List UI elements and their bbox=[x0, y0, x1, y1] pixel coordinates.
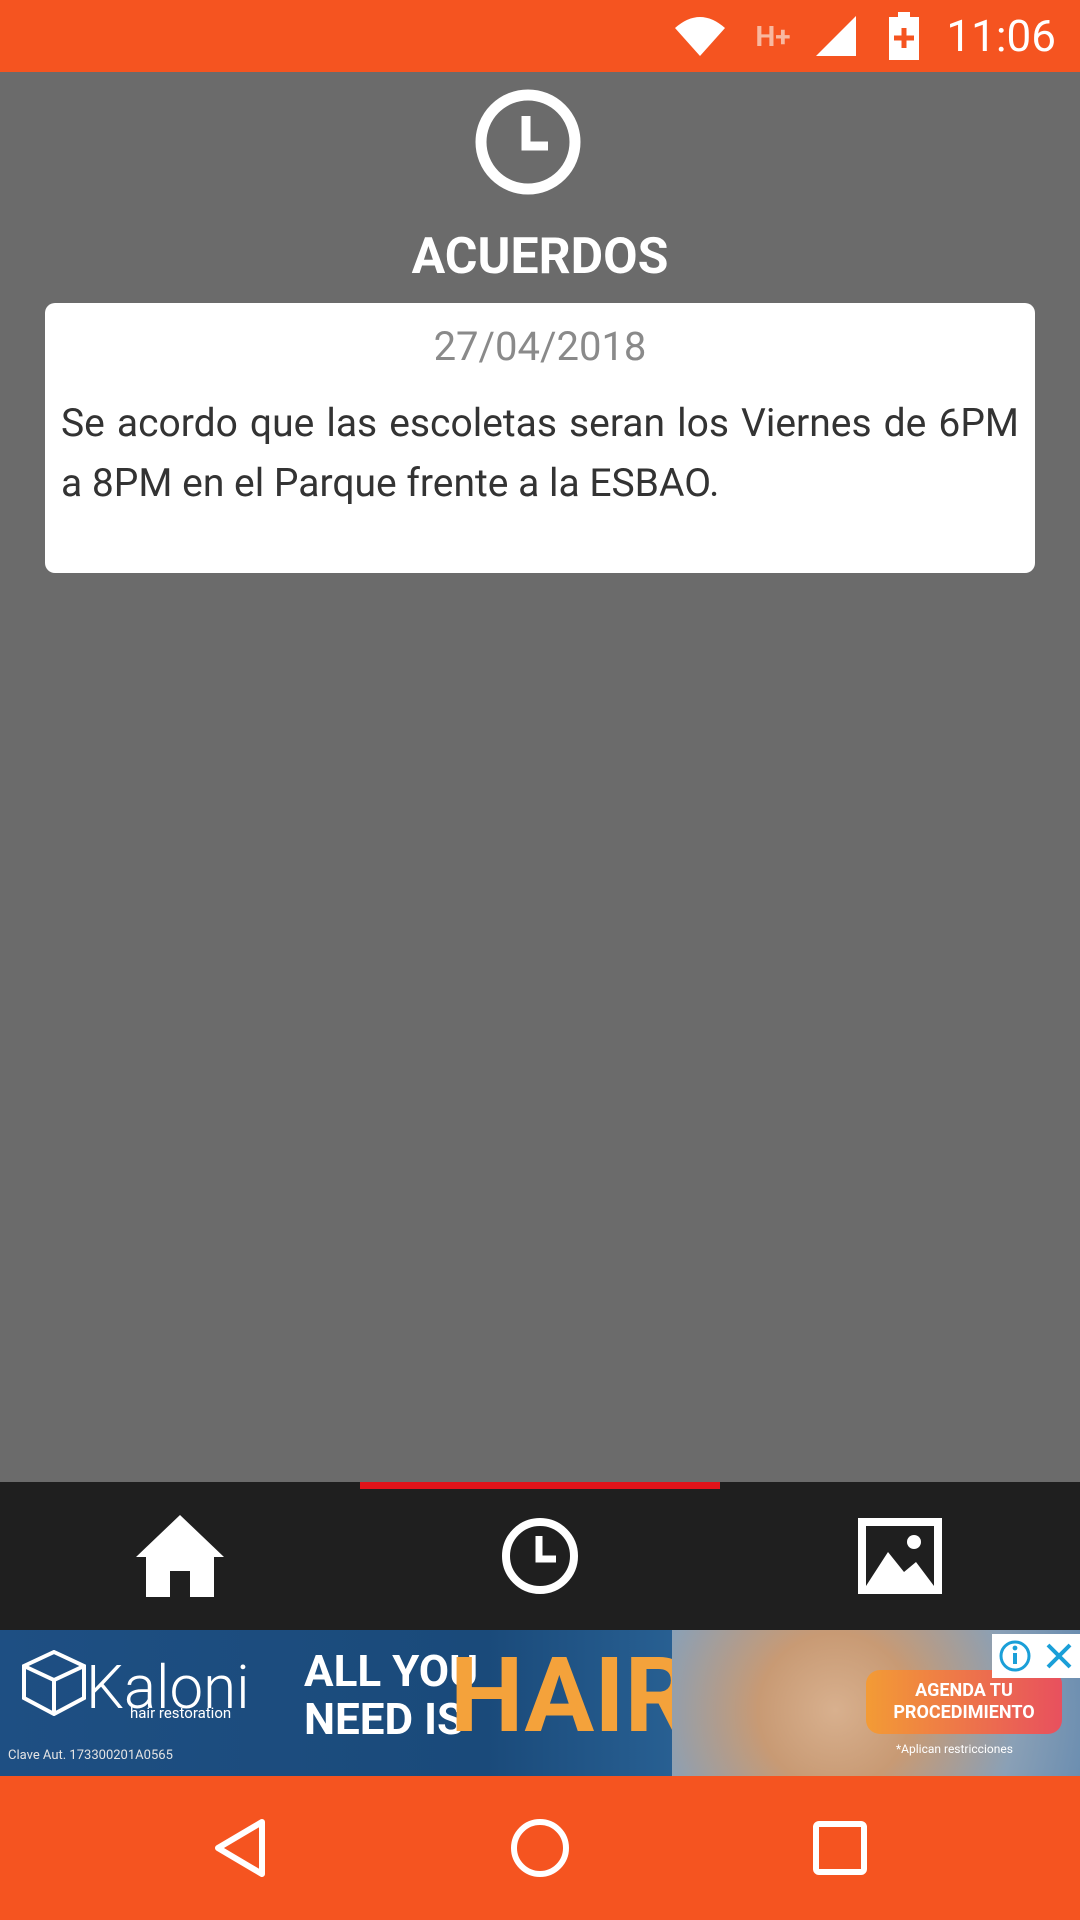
clock-icon bbox=[474, 88, 582, 196]
back-icon bbox=[215, 1819, 265, 1877]
ad-brand-sub: hair restoration bbox=[130, 1704, 232, 1722]
home-nav-button[interactable] bbox=[500, 1808, 580, 1888]
network-type-label: H+ bbox=[755, 19, 791, 53]
ad-cta-button[interactable]: AGENDA TU PROCEDIMIENTO bbox=[866, 1670, 1062, 1734]
home-icon bbox=[136, 1515, 224, 1597]
status-bar: H+ 11:06 bbox=[0, 0, 1080, 72]
tab-agreements[interactable] bbox=[360, 1482, 720, 1630]
agreement-date: 27/04/2018 bbox=[433, 323, 647, 370]
recents-button[interactable] bbox=[800, 1808, 880, 1888]
tab-gallery[interactable] bbox=[720, 1482, 1080, 1630]
info-icon[interactable] bbox=[998, 1639, 1032, 1673]
network-type-icon: H+ bbox=[746, 10, 800, 62]
cube-logo-icon bbox=[22, 1650, 86, 1716]
home-circle-icon bbox=[511, 1819, 569, 1877]
agreement-card: 27/04/2018 Se acordo que las escoletas s… bbox=[45, 303, 1035, 573]
agreement-text: Se acordo que las escoletas seran los Vi… bbox=[61, 400, 1019, 506]
back-button[interactable] bbox=[200, 1808, 280, 1888]
battery-charging-icon bbox=[888, 10, 920, 62]
bottom-tab-bar bbox=[0, 1482, 1080, 1630]
ad-choices[interactable] bbox=[992, 1634, 1080, 1678]
recents-icon bbox=[813, 1821, 867, 1875]
page-title: ACUERDOS bbox=[411, 228, 669, 286]
main-content: ACUERDOS 27/04/2018 Se acordo que las es… bbox=[0, 72, 1080, 1482]
ad-slogan-line2: NEED IS bbox=[304, 1693, 465, 1745]
status-time: 11:06 bbox=[946, 10, 1056, 62]
cell-signal-icon bbox=[812, 10, 860, 62]
ad-banner[interactable]: Kaloni hair restoration Clave Aut. 17330… bbox=[0, 1630, 1080, 1776]
wifi-icon bbox=[672, 10, 728, 62]
clock-icon bbox=[502, 1518, 578, 1594]
ad-legal: Clave Aut. 173300201A0565 bbox=[8, 1748, 173, 1763]
ad-slogan-big: HAIR bbox=[450, 1636, 692, 1757]
ad-restrictions: *Aplican restricciones bbox=[896, 1742, 1013, 1756]
system-nav-bar bbox=[0, 1776, 1080, 1920]
tab-home[interactable] bbox=[0, 1482, 360, 1630]
close-icon[interactable] bbox=[1044, 1641, 1074, 1671]
image-icon bbox=[858, 1518, 942, 1594]
